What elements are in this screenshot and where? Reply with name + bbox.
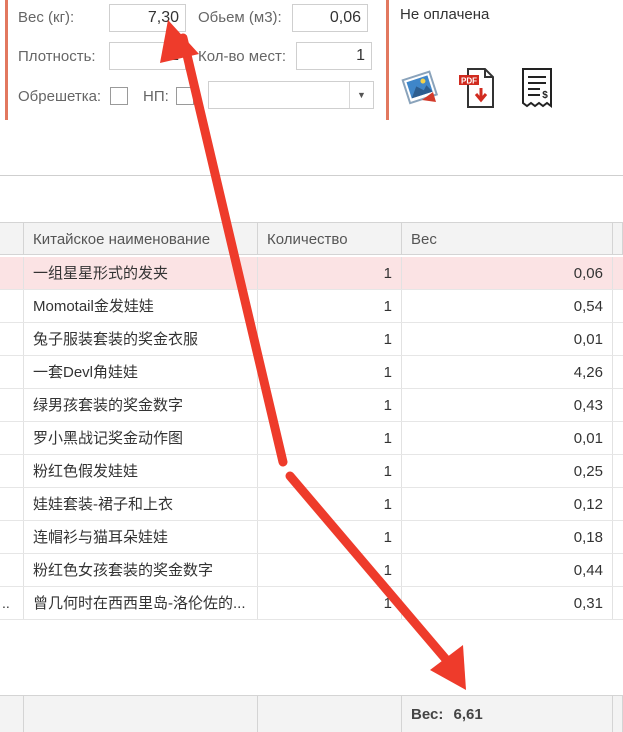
crate-label: Обрешетка:	[18, 88, 102, 105]
footer-cell-end	[613, 696, 623, 732]
cell-weight: 0,12	[402, 488, 613, 520]
np-label: НП:	[143, 88, 169, 105]
row-cell-blank	[0, 521, 24, 553]
cell-qty: 1	[258, 422, 402, 454]
row-cell-blank	[0, 323, 24, 355]
table-row[interactable]: 绿男孩套装的奖金数字 1 0,43	[0, 389, 623, 422]
table-row[interactable]: .. 曾几何时在西西里岛-洛伦佐的... 1 0,31	[0, 587, 623, 620]
cell-name: 绿男孩套装的奖金数字	[24, 389, 258, 421]
footer-cell-qty	[258, 696, 402, 732]
cell-name: 曾几何时在西西里岛-洛伦佐的...	[24, 587, 258, 619]
table-row[interactable]: 粉红色女孩套装的奖金数字 1 0,44	[0, 554, 623, 587]
cell-qty: 1	[258, 290, 402, 322]
cell-weight: 0,44	[402, 554, 613, 586]
cell-qty: 1	[258, 587, 402, 619]
table-row[interactable]: 兔子服装套装的奖金衣服 1 0,01	[0, 323, 623, 356]
cell-name: 粉红色假发娃娃	[24, 455, 258, 487]
column-header-name[interactable]: Китайское наименование	[24, 223, 258, 254]
row-cell-blank	[0, 422, 24, 454]
delivery-select[interactable]: ▼	[208, 81, 374, 109]
cell-name: 一组星星形式的发夹	[24, 257, 258, 289]
table-row[interactable]: 连帽衫与猫耳朵娃娃 1 0,18	[0, 521, 623, 554]
row-cell-prefix: ..	[0, 587, 24, 619]
footer-total-weight: Вес: 6,61	[402, 696, 613, 732]
header-cell-blank	[0, 223, 24, 254]
cell-weight: 0,06	[402, 257, 613, 289]
left-accent-divider	[5, 0, 8, 120]
row-cell-blank	[0, 257, 24, 289]
table-row[interactable]: 罗小黑战记奖金动作图 1 0,01	[0, 422, 623, 455]
cell-qty: 1	[258, 455, 402, 487]
table-row[interactable]: 一套Devl角娃娃 1 4,26	[0, 356, 623, 389]
footer-total-value: 6,61	[453, 706, 483, 723]
cell-weight: 0,25	[402, 455, 613, 487]
cell-qty: 1	[258, 389, 402, 421]
cell-name: 一套Devl角娃娃	[24, 356, 258, 388]
cell-weight: 0,43	[402, 389, 613, 421]
cell-weight: 0,01	[402, 323, 613, 355]
footer-cell-blank	[0, 696, 24, 732]
column-header-qty[interactable]: Количество	[258, 223, 402, 254]
footer-cell-name	[24, 696, 258, 732]
chevron-down-icon[interactable]: ▼	[349, 82, 373, 108]
row-cell-blank	[0, 389, 24, 421]
cell-name: 粉红色女孩套装的奖金数字	[24, 554, 258, 586]
payment-status: Не оплачена	[400, 6, 490, 23]
places-label: Кол-во мест:	[198, 48, 287, 65]
table-row[interactable]: 娃娃套装-裙子和上衣 1 0,12	[0, 488, 623, 521]
row-cell-blank	[0, 455, 24, 487]
cell-weight: 0,31	[402, 587, 613, 619]
pdf-download-icon[interactable]: PDF	[458, 66, 500, 110]
truncated-prefix: ..	[2, 595, 10, 611]
places-input[interactable]: 1	[296, 42, 372, 70]
cell-qty: 1	[258, 488, 402, 520]
cell-qty: 1	[258, 323, 402, 355]
volume-label: Обьем (м3):	[198, 9, 282, 26]
cell-name: 兔子服装套装的奖金衣服	[24, 323, 258, 355]
receipt-icon[interactable]: $	[516, 66, 558, 110]
cell-weight: 0,01	[402, 422, 613, 454]
weight-input[interactable]: 7,30	[109, 4, 186, 32]
header-cell-end	[613, 223, 623, 254]
row-cell-blank	[0, 356, 24, 388]
table-row[interactable]: 一组星星形式的发夹 1 0,06	[0, 257, 623, 290]
cell-qty: 1	[258, 257, 402, 289]
cell-qty: 1	[258, 554, 402, 586]
section-divider	[0, 175, 623, 176]
table-row[interactable]: 粉红色假发娃娃 1 0,25	[0, 455, 623, 488]
cell-qty: 1	[258, 356, 402, 388]
row-cell-blank	[0, 488, 24, 520]
cell-weight: 0,18	[402, 521, 613, 553]
weight-label: Вес (кг):	[18, 9, 75, 26]
density-input[interactable]: 1	[109, 42, 186, 70]
row-cell-blank	[0, 290, 24, 322]
row-cell-blank	[0, 554, 24, 586]
table-header-row: Китайское наименование Количество Вес	[0, 222, 623, 255]
cell-weight: 4,26	[402, 356, 613, 388]
accent-divider	[386, 0, 389, 120]
cell-name: Momotail金发娃娃	[24, 290, 258, 322]
table-row[interactable]: Momotail金发娃娃 1 0,54	[0, 290, 623, 323]
np-checkbox[interactable]	[176, 87, 194, 105]
volume-input[interactable]: 0,06	[292, 4, 368, 32]
footer-total-label: Вес:	[411, 706, 444, 723]
cell-name: 罗小黑战记奖金动作图	[24, 422, 258, 454]
table-footer: Вес: 6,61	[0, 695, 623, 732]
svg-text:$: $	[542, 90, 548, 101]
svg-text:PDF: PDF	[461, 77, 477, 86]
density-label: Плотность:	[18, 48, 96, 65]
cell-weight: 0,54	[402, 290, 613, 322]
image-icon[interactable]	[400, 66, 442, 110]
column-header-weight[interactable]: Вес	[402, 223, 613, 254]
cell-qty: 1	[258, 521, 402, 553]
cell-name: 连帽衫与猫耳朵娃娃	[24, 521, 258, 553]
crate-checkbox[interactable]	[110, 87, 128, 105]
cell-name: 娃娃套装-裙子和上衣	[24, 488, 258, 520]
